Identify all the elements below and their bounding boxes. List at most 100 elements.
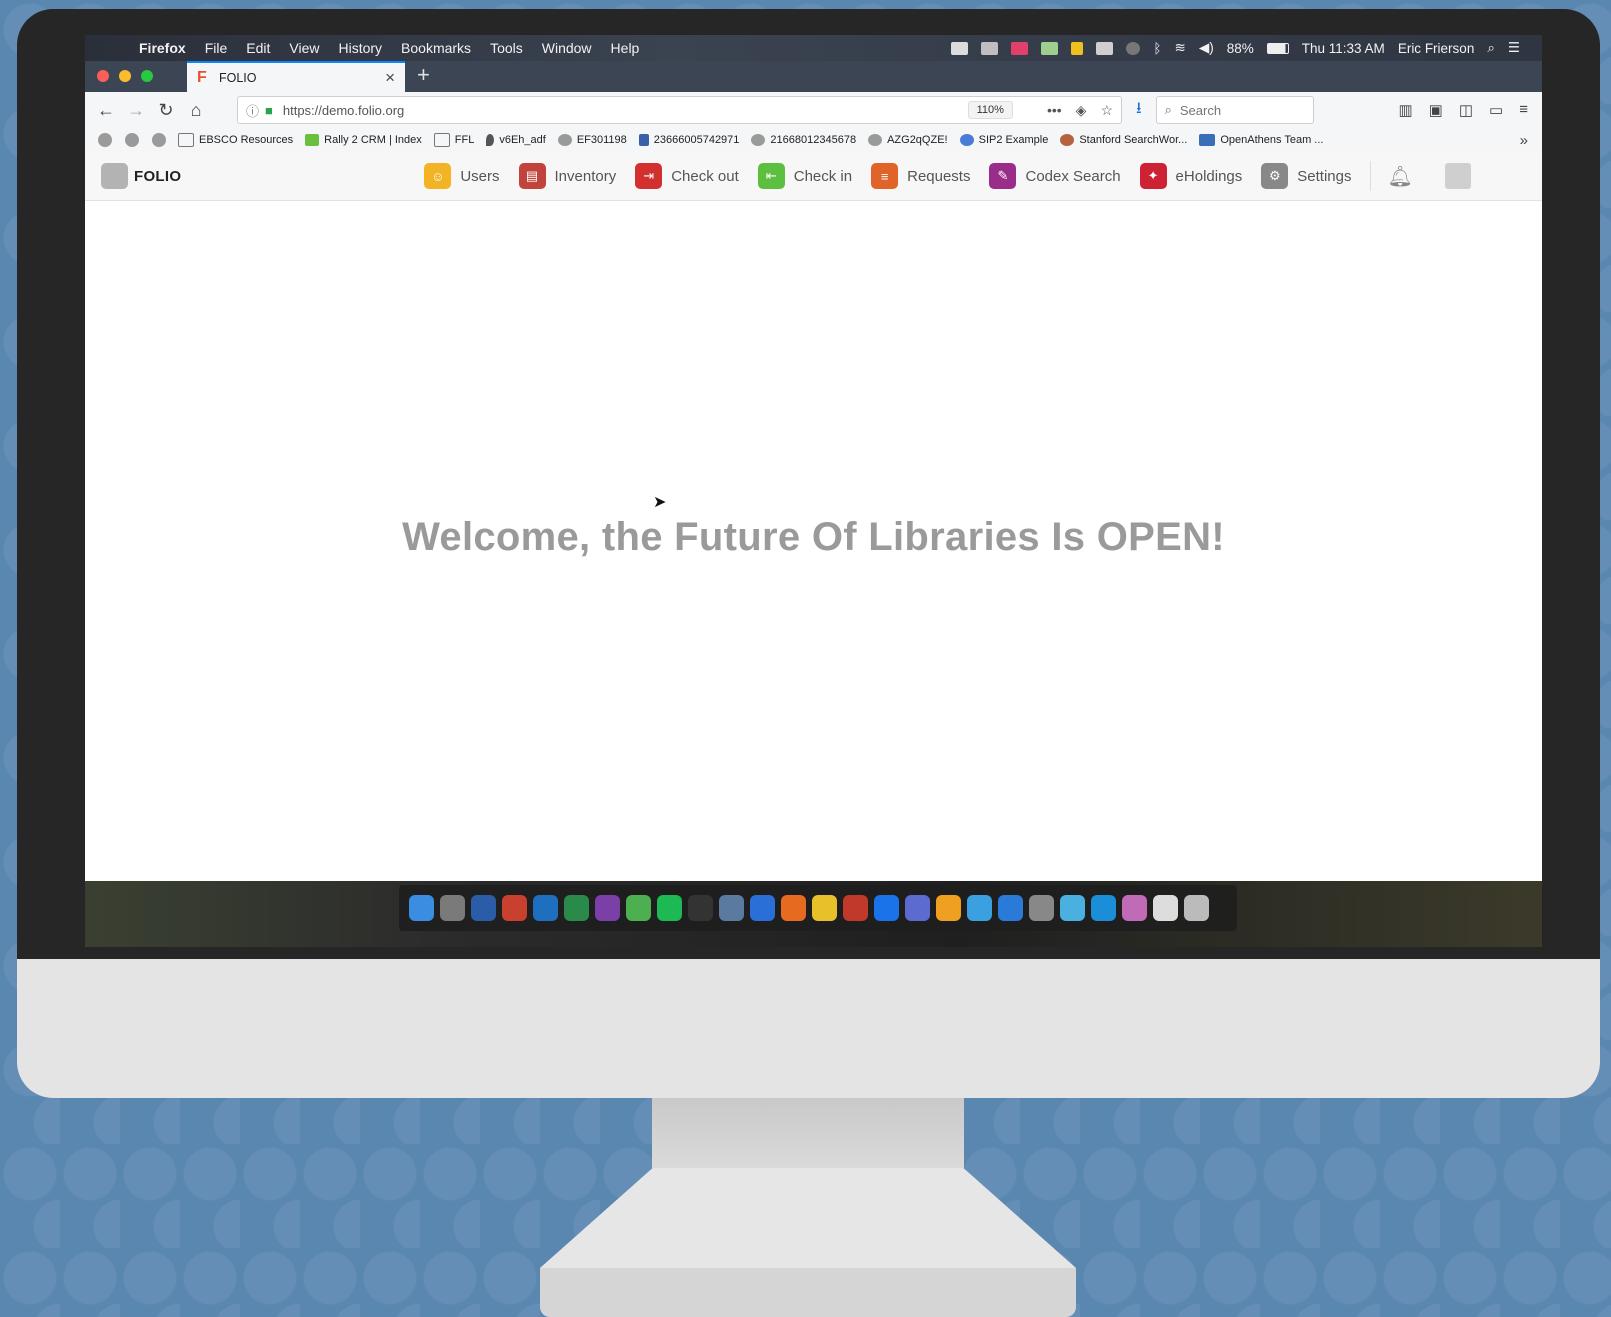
menu-view[interactable]: View — [289, 40, 319, 56]
time-machine-icon[interactable] — [1126, 41, 1141, 55]
folio-home-link[interactable]: FOLIO — [101, 163, 181, 189]
dock-app-icon[interactable] — [781, 895, 806, 921]
app-requests[interactable]: ≡ Requests — [871, 163, 970, 189]
reader-view-icon[interactable]: ▭ — [1489, 101, 1503, 119]
dock-app-icon[interactable] — [719, 895, 744, 921]
search-input[interactable] — [1177, 101, 1292, 119]
dock-app-icon[interactable] — [502, 895, 527, 921]
profile-avatar-icon[interactable] — [1444, 163, 1471, 189]
library-icon[interactable]: ▥ — [1398, 101, 1412, 119]
page-actions-icon[interactable]: ••• — [1047, 102, 1062, 118]
menu-history[interactable]: History — [338, 40, 382, 56]
dock-app-icon[interactable] — [1153, 895, 1178, 921]
dock-app-icon[interactable] — [471, 895, 496, 921]
dock-app-icon[interactable] — [657, 895, 682, 921]
dock-app-icon[interactable] — [812, 895, 837, 921]
download-icon[interactable]: ⭳ — [1136, 97, 1142, 124]
zoom-window-button[interactable] — [141, 70, 153, 82]
app-check-in[interactable]: ⇤ Check in — [757, 163, 852, 189]
dock-app-icon[interactable] — [564, 895, 589, 921]
app-eholdings[interactable]: ✦ eHoldings — [1139, 163, 1242, 189]
dock-app-icon[interactable] — [595, 895, 620, 921]
forward-arrow-icon[interactable]: → — [121, 100, 151, 121]
hamburger-menu-icon[interactable]: ≡ — [1519, 101, 1528, 119]
dock-app-icon[interactable] — [533, 895, 558, 921]
site-info-icon[interactable]: ⓘ — [246, 101, 259, 120]
sync-icon[interactable] — [1041, 41, 1059, 55]
url-bar[interactable]: ⓘ ■ https://demo.folio.org 110% ••• ◈ ☆ — [237, 96, 1122, 124]
dock-app-icon[interactable] — [409, 895, 434, 921]
printer-icon[interactable] — [981, 41, 999, 55]
bookmark-globe-icon[interactable] — [152, 133, 166, 147]
battery-icon[interactable] — [1266, 42, 1289, 54]
url-text[interactable]: https://demo.folio.org — [283, 103, 968, 118]
tab-folio[interactable]: F FOLIO × — [187, 61, 405, 92]
menu-file[interactable]: File — [205, 40, 228, 56]
reload-icon[interactable]: ↻ — [151, 100, 181, 121]
sidebar-icon[interactable]: ◫ — [1459, 101, 1473, 119]
bookmark-sip2-example[interactable]: SIP2 Example — [959, 134, 1048, 146]
back-arrow-icon[interactable]: ← — [91, 100, 121, 121]
app-codex-search[interactable]: ✎ Codex Search — [989, 163, 1121, 189]
close-window-button[interactable] — [97, 70, 109, 82]
minimize-window-button[interactable] — [119, 70, 131, 82]
bookmark-stanford-searchworks[interactable]: Stanford SearchWor... — [1060, 134, 1187, 146]
bookmark-rally[interactable]: Rally 2 CRM | Index — [305, 134, 422, 146]
menu-bookmarks[interactable]: Bookmarks — [401, 40, 471, 56]
bookmark-openathens[interactable]: OpenAthens Team ... — [1199, 134, 1323, 146]
bookmark-v6eh[interactable]: v6Eh_adf — [486, 134, 546, 146]
notifications-bell-icon[interactable]: 🔔︎ — [1387, 164, 1412, 189]
wifi-icon[interactable]: ≋ — [1175, 40, 1186, 56]
menu-window[interactable]: Window — [542, 40, 592, 56]
bookmark-globe-icon[interactable] — [125, 133, 139, 147]
bookmark-ef301198[interactable]: EF301198 — [557, 134, 627, 146]
clock[interactable]: Thu 11:33 AM — [1302, 41, 1385, 56]
dock-app-icon[interactable] — [936, 895, 961, 921]
bookmark-23666005742971[interactable]: 23666005742971 — [638, 134, 739, 146]
bookmark-ffl[interactable]: FFL — [433, 133, 474, 147]
battery-percent[interactable]: 88% — [1227, 41, 1254, 56]
zoom-level[interactable]: 110% — [967, 101, 1013, 119]
menu-app-name[interactable]: Firefox — [139, 40, 186, 56]
dock-app-icon[interactable] — [998, 895, 1023, 921]
bookmark-star-icon[interactable]: ☆ — [1100, 102, 1113, 119]
app-check-out[interactable]: ⇥ Check out — [635, 163, 739, 189]
bookmark-ebsco-resources[interactable]: EBSCO Resources — [178, 133, 293, 147]
dock-app-icon[interactable] — [440, 895, 465, 921]
dock-app-icon[interactable] — [1091, 895, 1116, 921]
menu-tools[interactable]: Tools — [490, 40, 523, 56]
dock-app-icon[interactable] — [1029, 895, 1054, 921]
app-settings[interactable]: ⚙ Settings — [1261, 163, 1351, 189]
dropbox-icon[interactable] — [951, 41, 969, 55]
dock-app-icon[interactable] — [1122, 895, 1147, 921]
pocket-icon[interactable]: ◈ — [1076, 102, 1087, 119]
menu-help[interactable]: Help — [611, 40, 640, 56]
dock-app-icon[interactable] — [905, 895, 930, 921]
dock-app-icon[interactable] — [1184, 895, 1209, 921]
search-field[interactable]: ⌕ — [1155, 96, 1314, 124]
notification-center-icon[interactable]: ☰ — [1508, 40, 1520, 56]
volume-icon[interactable]: ◀) — [1199, 40, 1214, 56]
dock-app-icon[interactable] — [688, 895, 713, 921]
dock-app-icon[interactable] — [843, 895, 868, 921]
app-users[interactable]: ☺ Users — [424, 163, 500, 189]
new-tab-button[interactable]: + — [417, 62, 430, 88]
bookmarks-overflow-icon[interactable]: » — [1520, 132, 1528, 149]
dock-app-icon[interactable] — [967, 895, 992, 921]
app-inventory[interactable]: ▤ Inventory — [518, 163, 616, 189]
home-icon[interactable]: ⌂ — [181, 100, 211, 121]
bookmark-21668012345678[interactable]: 21668012345678 — [751, 134, 856, 146]
dock-app-icon[interactable] — [750, 895, 775, 921]
dock-app-icon[interactable] — [874, 895, 899, 921]
bookmark-globe-icon[interactable] — [98, 133, 112, 147]
dock-app-icon[interactable] — [1060, 895, 1085, 921]
menu-edit[interactable]: Edit — [246, 40, 270, 56]
bookmark-azg2qqze[interactable]: AZG2qQZE! — [868, 134, 948, 146]
dock-app-icon[interactable] — [626, 895, 651, 921]
close-tab-icon[interactable]: × — [385, 68, 395, 88]
user-name[interactable]: Eric Frierson — [1398, 41, 1475, 56]
extension-icon[interactable]: ▣ — [1429, 101, 1443, 119]
bluetooth-icon[interactable]: ᛒ — [1153, 41, 1161, 56]
app-tray-icon[interactable] — [1011, 41, 1029, 55]
airplay-icon[interactable] — [1096, 41, 1114, 55]
